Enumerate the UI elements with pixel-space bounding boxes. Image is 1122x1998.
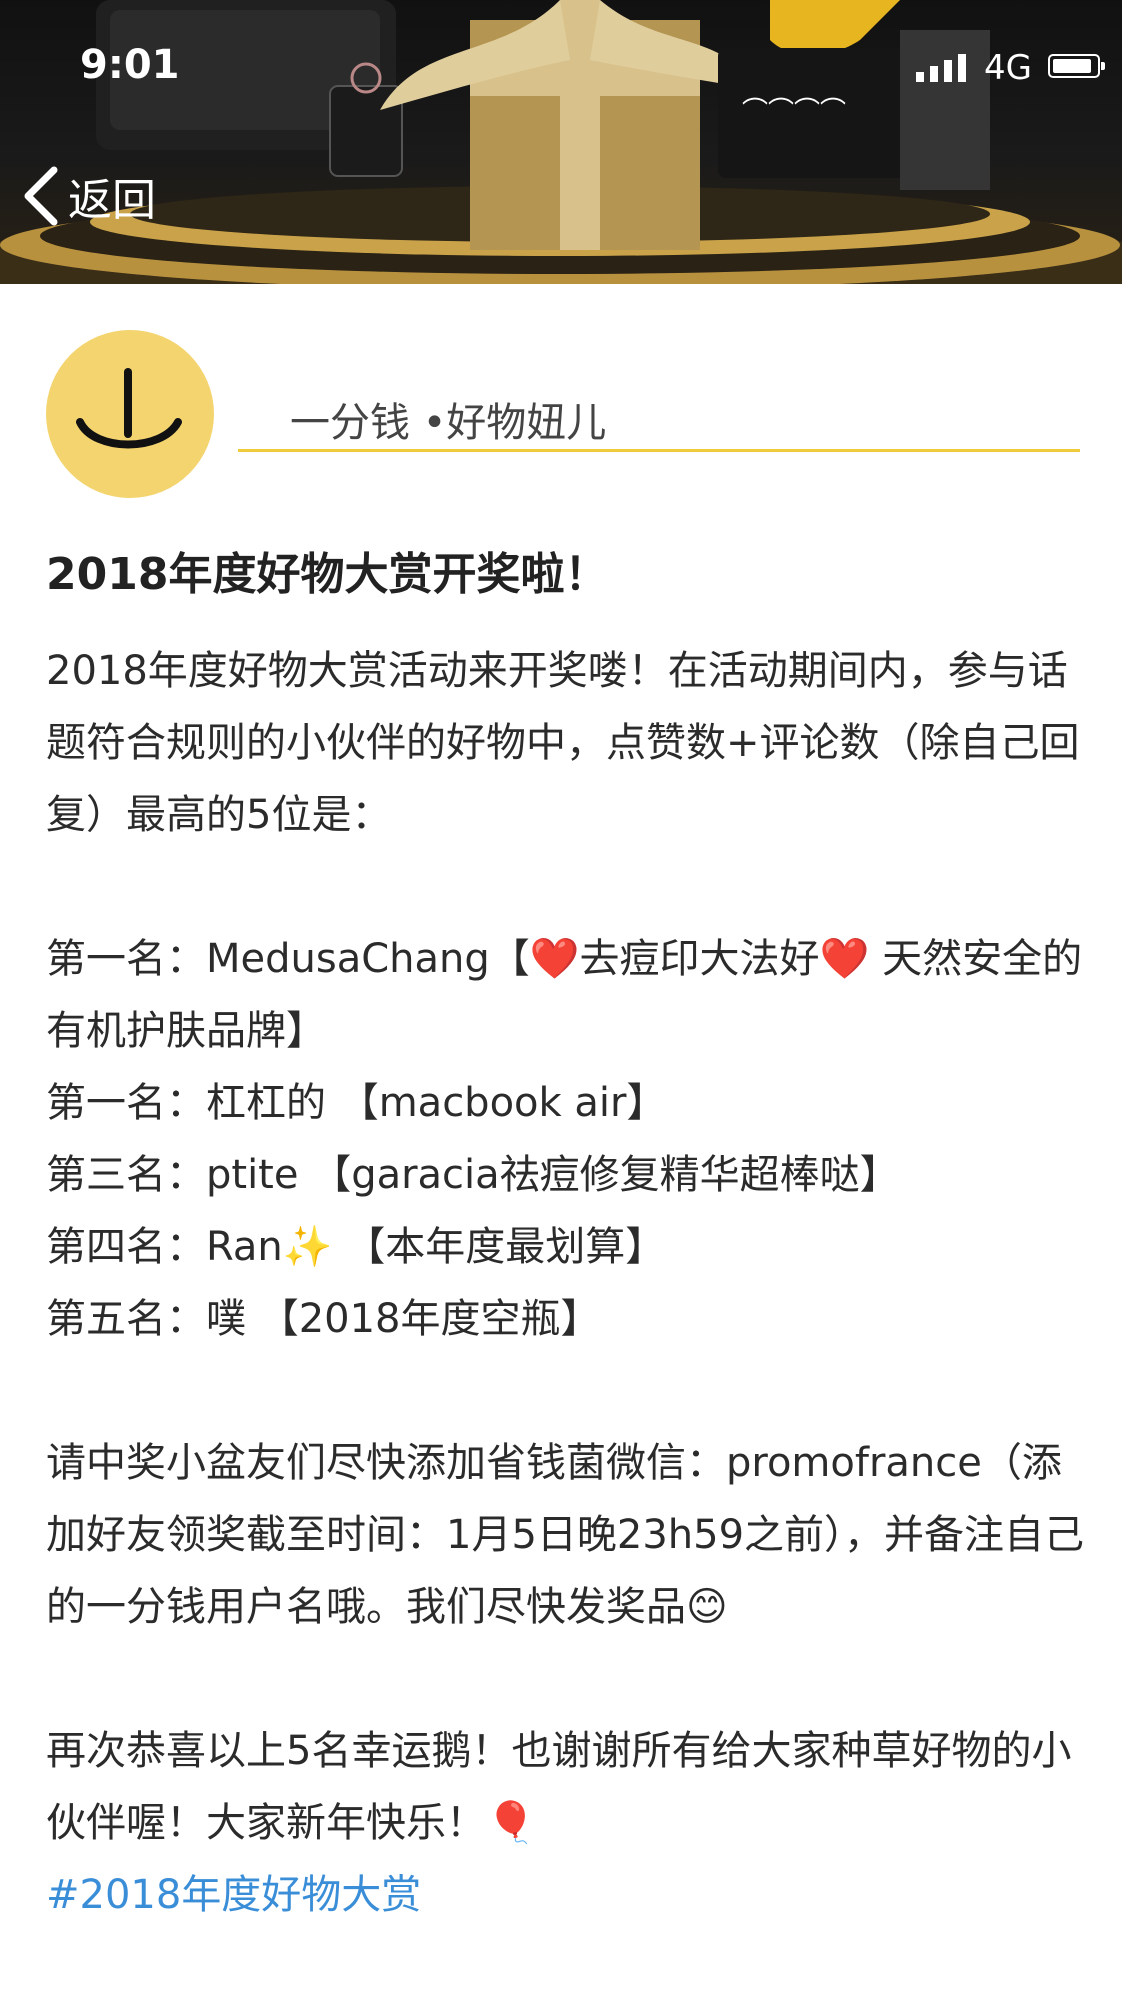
- battery-icon: [1048, 54, 1105, 78]
- back-button[interactable]: 返回: [22, 164, 156, 228]
- author-name-field[interactable]: 一分钱 •好物妞儿: [238, 390, 1080, 452]
- header-banner-image: ⌒⌒⌒⌒ 9:01 4G 返回: [0, 0, 1122, 284]
- topic-hashtag-link[interactable]: #2018年度好物大赏: [46, 1859, 1086, 1931]
- winner-line-5: 第五名：噗 【2018年度空瓶】: [46, 1296, 601, 1342]
- post-body: 2018年度好物大赏活动来开奖喽！在活动期间内，参与话题符合规则的小伙伴的好物中…: [46, 635, 1086, 1931]
- back-button-label: 返回: [68, 175, 156, 226]
- winner-line-3: 第三名：ptite 【garacia祛痘修复精华超棒哒】: [46, 1152, 900, 1198]
- post-title: 2018年度好物大赏开奖啦！: [46, 549, 609, 600]
- network-label: 4G: [984, 48, 1032, 88]
- status-time: 9:01: [80, 42, 180, 88]
- author-header: 一分钱 •好物妞儿: [46, 330, 1080, 500]
- winner-line-2: 第一名：杠杠的 【macbook air】: [46, 1080, 667, 1126]
- status-bar: 9:01 4G: [0, 0, 1122, 100]
- post-intro: 2018年度好物大赏活动来开奖喽！在活动期间内，参与话题符合规则的小伙伴的好物中…: [46, 648, 1080, 838]
- signal-icon: [916, 54, 966, 82]
- chevron-left-icon: [24, 166, 58, 226]
- avatar[interactable]: [46, 330, 214, 498]
- svg-text:⌒⌒⌒⌒: ⌒⌒⌒⌒: [742, 97, 846, 127]
- post-closing: 再次恭喜以上5名幸运鹅！也谢谢所有给大家种草好物的小伙伴喔！大家新年快乐！🎈: [46, 1728, 1072, 1846]
- author-name: 一分钱 •好物妞儿: [290, 400, 607, 446]
- post-instructions: 请中奖小盆友们尽快添加省钱菌微信：promofrance（添加好友领奖截至时间：…: [46, 1440, 1085, 1630]
- winner-line-1: 第一名：MedusaChang【❤️去痘印大法好❤️ 天然安全的有机护肤品牌】: [46, 936, 1083, 1054]
- post-content: 2018年度好物大赏开奖啦！ 2018年度好物大赏活动来开奖喽！在活动期间内，参…: [46, 545, 1086, 1931]
- winner-line-4: 第四名：Ran✨ 【本年度最划算】: [46, 1224, 666, 1270]
- smiley-logo-icon: [76, 368, 182, 449]
